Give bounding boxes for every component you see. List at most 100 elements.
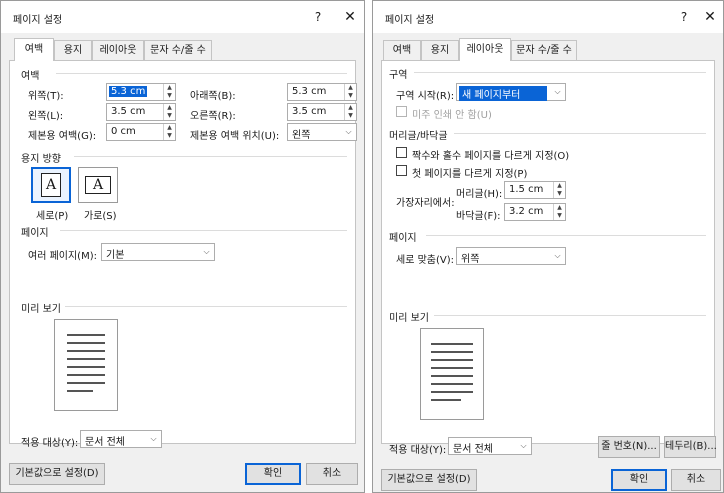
spinner-arrows[interactable]: ▲ ▼ [163, 104, 175, 120]
chevron-down-icon[interactable]: ⌵ [146, 431, 161, 447]
spin-up-icon[interactable]: ▲ [345, 104, 356, 112]
tab-layout[interactable]: 레이아웃 [92, 40, 144, 60]
different-first-page-checkbox[interactable] [396, 165, 407, 176]
section-start-select[interactable]: 새 페이지부터 ⌵ [456, 83, 566, 101]
preview-line [67, 334, 105, 336]
gutter-value: 0 cm [111, 126, 136, 137]
divider [454, 133, 706, 134]
page-setup-dialog-margins: 페이지 설정 ? ✕ 여백 용지 레이아웃 문자 수/줄 수 여백 위쪽(T):… [0, 0, 365, 493]
preview-line [431, 343, 473, 345]
left-margin-input[interactable]: 3.5 cm ▲ ▼ [106, 103, 176, 121]
portrait-page-icon: A [41, 173, 61, 197]
chevron-down-icon[interactable]: ⌵ [199, 244, 214, 260]
chevron-down-icon[interactable]: ⌵ [341, 124, 356, 140]
spin-up-icon[interactable]: ▲ [164, 84, 175, 92]
spin-down-icon[interactable]: ▼ [345, 92, 356, 100]
spinner-arrows[interactable]: ▲ ▼ [163, 124, 175, 140]
preview-line [67, 358, 105, 360]
spin-down-icon[interactable]: ▼ [345, 112, 356, 120]
footer-distance-input[interactable]: 3.2 cm ▲ ▼ [504, 203, 566, 221]
divider [434, 315, 706, 316]
spin-up-icon[interactable]: ▲ [554, 182, 565, 190]
preview-section-title: 미리 보기 [389, 313, 429, 324]
from-edge-label: 가장자리에서: [396, 198, 455, 209]
tab-margins[interactable]: 여백 [383, 40, 421, 60]
suppress-endnotes-checkbox[interactable] [396, 106, 407, 117]
vertical-alignment-select[interactable]: 위쪽 ⌵ [456, 247, 566, 265]
divider [65, 306, 347, 307]
spin-down-icon[interactable]: ▼ [164, 92, 175, 100]
page-group-title: 페이지 [389, 233, 417, 244]
divider [60, 230, 347, 231]
preview-section-title: 미리 보기 [21, 304, 61, 315]
spin-down-icon[interactable]: ▼ [164, 112, 175, 120]
close-button[interactable]: ✕ [339, 7, 361, 27]
preview-line [67, 366, 105, 368]
page-preview [54, 319, 118, 411]
bottom-margin-value: 5.3 cm [292, 86, 327, 97]
different-odd-even-checkbox[interactable] [396, 147, 407, 158]
gutter-position-select[interactable]: 왼쪽 ⌵ [287, 123, 357, 141]
spinner-arrows[interactable]: ▲ ▼ [344, 104, 356, 120]
title-bar: 페이지 설정 ? ✕ [373, 1, 723, 33]
spinner-arrows[interactable]: ▲ ▼ [344, 84, 356, 100]
right-margin-label: 오른쪽(R): [190, 111, 236, 122]
close-button[interactable]: ✕ [699, 7, 721, 27]
spin-up-icon[interactable]: ▲ [164, 104, 175, 112]
borders-button[interactable]: 테두리(B)... [664, 436, 717, 458]
tab-margins[interactable]: 여백 [14, 38, 54, 61]
left-margin-label: 왼쪽(L): [28, 111, 64, 122]
header-distance-value: 1.5 cm [509, 184, 544, 195]
footer-distance-label: 바닥글(F): [456, 211, 501, 222]
apply-to-select[interactable]: 문서 전체 ⌵ [448, 437, 532, 455]
spin-up-icon[interactable]: ▲ [554, 204, 565, 212]
gutter-input[interactable]: 0 cm ▲ ▼ [106, 123, 176, 141]
apply-to-select[interactable]: 문서 전체 ⌵ [80, 430, 162, 448]
page-preview [420, 328, 484, 420]
top-margin-label: 위쪽(T): [28, 91, 64, 102]
multiple-pages-select[interactable]: 기본 ⌵ [101, 243, 215, 261]
margins-panel: 여백 위쪽(T): 5.3 cm ▲ ▼ 아래쪽(B): 5.3 cm ▲ ▼ 왼쪽… [9, 60, 357, 449]
set-as-default-button[interactable]: 기본값으로 설정(D) [9, 463, 105, 485]
help-button[interactable]: ? [673, 8, 695, 26]
spinner-arrows[interactable]: ▲ ▼ [553, 204, 565, 220]
tab-characters-lines[interactable]: 문자 수/줄 수 [511, 40, 577, 60]
margins-section-title: 여백 [21, 71, 40, 82]
chevron-down-icon[interactable]: ⌵ [516, 438, 531, 454]
tab-paper[interactable]: 용지 [54, 40, 92, 60]
spinner-arrows[interactable]: ▲ ▼ [553, 182, 565, 198]
bottom-margin-input[interactable]: 5.3 cm ▲ ▼ [287, 83, 357, 101]
right-margin-value: 3.5 cm [292, 106, 327, 117]
help-button[interactable]: ? [307, 8, 329, 26]
landscape-button[interactable]: A [78, 167, 118, 203]
spin-up-icon[interactable]: ▲ [345, 84, 356, 92]
cancel-button[interactable]: 취소 [671, 469, 721, 491]
vertical-alignment-label: 세로 맞춤(V): [396, 255, 454, 266]
spin-down-icon[interactable]: ▼ [554, 190, 565, 198]
spinner-arrows[interactable]: ▲ ▼ [163, 84, 175, 100]
preview-line [431, 367, 473, 369]
spin-down-icon[interactable]: ▼ [554, 212, 565, 220]
right-margin-input[interactable]: 3.5 cm ▲ ▼ [287, 103, 357, 121]
set-as-default-button[interactable]: 기본값으로 설정(D) [381, 469, 477, 491]
preview-line [431, 399, 461, 401]
chevron-down-icon[interactable]: ⌵ [550, 84, 565, 100]
bottom-margin-label: 아래쪽(B): [190, 91, 236, 102]
ok-button[interactable]: 확인 [245, 463, 301, 485]
different-first-page-label: 첫 페이지를 다르게 지정(P) [412, 169, 528, 180]
header-distance-input[interactable]: 1.5 cm ▲ ▼ [504, 181, 566, 199]
tab-paper[interactable]: 용지 [421, 40, 459, 60]
preview-line [67, 382, 105, 384]
preview-line [67, 374, 105, 376]
tab-characters-lines[interactable]: 문자 수/줄 수 [144, 40, 212, 60]
top-margin-input[interactable]: 5.3 cm ▲ ▼ [106, 83, 176, 101]
portrait-button[interactable]: A [31, 167, 71, 203]
headers-footers-group-title: 머리글/바닥글 [389, 131, 448, 142]
ok-button[interactable]: 확인 [611, 469, 667, 491]
line-numbers-button[interactable]: 줄 번호(N)... [598, 436, 660, 458]
chevron-down-icon[interactable]: ⌵ [550, 248, 565, 264]
tab-layout[interactable]: 레이아웃 [459, 38, 511, 61]
cancel-button[interactable]: 취소 [306, 463, 358, 485]
spin-down-icon[interactable]: ▼ [164, 132, 175, 140]
spin-up-icon[interactable]: ▲ [164, 124, 175, 132]
